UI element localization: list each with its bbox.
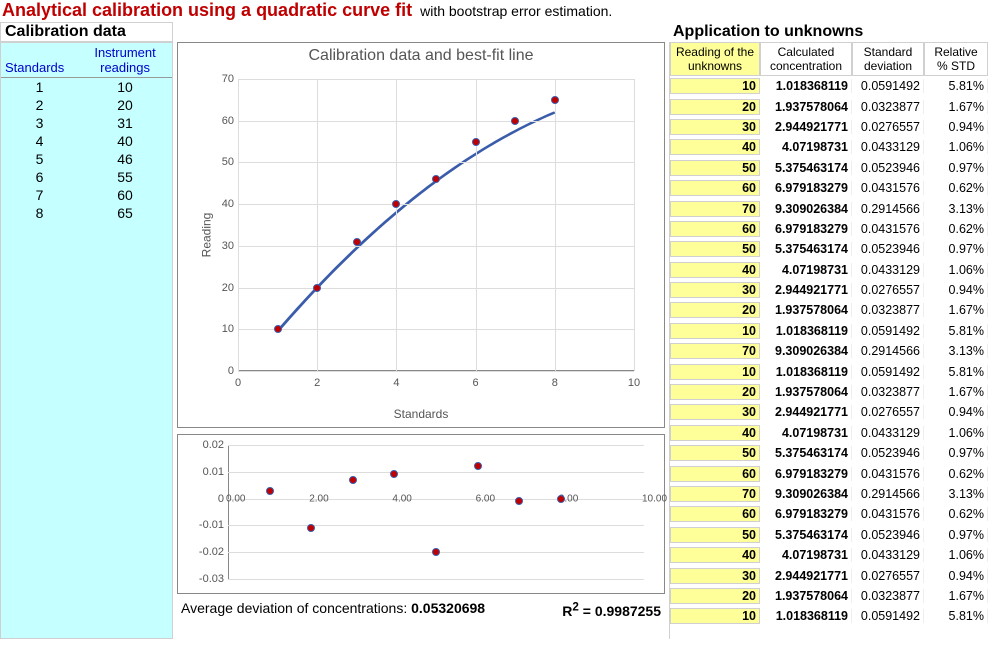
col-header-reading-unknowns: Reading of theunknowns	[670, 42, 760, 76]
unknown-row[interactable]: 505.3754631740.05239460.97%	[670, 525, 1003, 545]
calibration-row[interactable]: 865	[1, 204, 172, 222]
residual-point	[432, 548, 440, 556]
unknown-row[interactable]: 505.3754631740.05239460.97%	[670, 239, 1003, 259]
col-header-calc-conc: Calculated concentration	[760, 42, 852, 76]
unknown-row[interactable]: 201.9375780640.03238771.67%	[670, 382, 1003, 402]
unknown-row[interactable]: 505.3754631740.05239460.97%	[670, 158, 1003, 178]
data-point	[353, 238, 361, 246]
unknown-row[interactable]: 709.3090263840.29145663.13%	[670, 341, 1003, 361]
r-squared: R2 = 0.9987255	[562, 600, 661, 619]
unknowns-table: Reading of theunknowns Calculated concen…	[669, 42, 1003, 639]
calibration-row[interactable]: 440	[1, 132, 172, 150]
unknown-row[interactable]: 404.071987310.04331291.06%	[670, 423, 1003, 443]
x-axis-label: Standards	[178, 407, 664, 421]
unknown-row[interactable]: 606.9791832790.04315760.62%	[670, 504, 1003, 524]
chart-title: Calibration data and best-fit line	[178, 43, 664, 65]
col-header-rel-std: Relative % STD	[924, 42, 988, 76]
data-point	[313, 284, 321, 292]
data-point	[392, 200, 400, 208]
unknown-row[interactable]: 606.9791832790.04315760.62%	[670, 463, 1003, 483]
col-header-readings: Instrument readings	[78, 43, 172, 77]
residual-point	[266, 487, 274, 495]
unknown-row[interactable]: 404.071987310.04331291.06%	[670, 545, 1003, 565]
main-chart: Calibration data and best-fit line Readi…	[177, 42, 665, 428]
col-header-standards: Standards	[1, 43, 78, 77]
unknown-row[interactable]: 201.9375780640.03238771.67%	[670, 300, 1003, 320]
data-point	[511, 117, 519, 125]
data-point	[551, 96, 559, 104]
residual-point	[515, 497, 523, 505]
data-point	[432, 175, 440, 183]
unknown-row[interactable]: 302.9449217710.02765570.94%	[670, 117, 1003, 137]
col-header-std-dev: Standard deviation	[852, 42, 924, 76]
calibration-table: Standards Instrument readings 1102203314…	[0, 42, 173, 639]
unknown-row[interactable]: 709.3090263840.29145663.13%	[670, 198, 1003, 218]
unknown-row[interactable]: 101.0183681190.05914925.81%	[670, 361, 1003, 381]
calibration-title: Calibration data	[0, 22, 173, 42]
calibration-row[interactable]: 546	[1, 150, 172, 168]
calibration-row[interactable]: 760	[1, 186, 172, 204]
calibration-row[interactable]: 655	[1, 168, 172, 186]
unknown-row[interactable]: 606.9791832790.04315760.62%	[670, 219, 1003, 239]
residuals-chart: -0.03-0.02-0.0100.010.020.002.004.006.00…	[177, 434, 665, 594]
unknown-row[interactable]: 709.3090263840.29145663.13%	[670, 484, 1003, 504]
unknown-row[interactable]: 201.9375780640.03238771.67%	[670, 96, 1003, 116]
residual-point	[390, 470, 398, 478]
data-point	[274, 325, 282, 333]
avg-dev-value: 0.05320698	[411, 600, 485, 616]
unknown-row[interactable]: 404.071987310.04331291.06%	[670, 137, 1003, 157]
unknown-row[interactable]: 101.0183681190.05914925.81%	[670, 606, 1003, 626]
page-title-sub: with bootstrap error estimation.	[420, 3, 612, 19]
unknown-row[interactable]: 302.9449217710.02765570.94%	[670, 402, 1003, 422]
calibration-row[interactable]: 331	[1, 114, 172, 132]
calibration-row[interactable]: 110	[1, 78, 172, 96]
residual-point	[349, 476, 357, 484]
residual-point	[474, 462, 482, 470]
unknown-row[interactable]: 505.3754631740.05239460.97%	[670, 443, 1003, 463]
calibration-row[interactable]: 220	[1, 96, 172, 114]
unknown-row[interactable]: 302.9449217710.02765570.94%	[670, 280, 1003, 300]
unknown-row[interactable]: 201.9375780640.03238771.67%	[670, 586, 1003, 606]
unknown-row[interactable]: 101.0183681190.05914925.81%	[670, 321, 1003, 341]
avg-dev-label: Average deviation of concentrations: 0.0…	[181, 600, 485, 619]
unknown-row[interactable]: 404.071987310.04331291.06%	[670, 260, 1003, 280]
residual-point	[307, 524, 315, 532]
unknown-row[interactable]: 302.9449217710.02765570.94%	[670, 565, 1003, 585]
unknown-row[interactable]: 101.0183681190.05914925.81%	[670, 76, 1003, 96]
data-point	[472, 138, 480, 146]
unknown-row[interactable]: 606.9791832790.04315760.62%	[670, 178, 1003, 198]
page-title-main: Analytical calibration using a quadratic…	[2, 0, 412, 21]
application-title: Application to unknowns	[669, 23, 863, 41]
residual-point	[557, 495, 565, 503]
